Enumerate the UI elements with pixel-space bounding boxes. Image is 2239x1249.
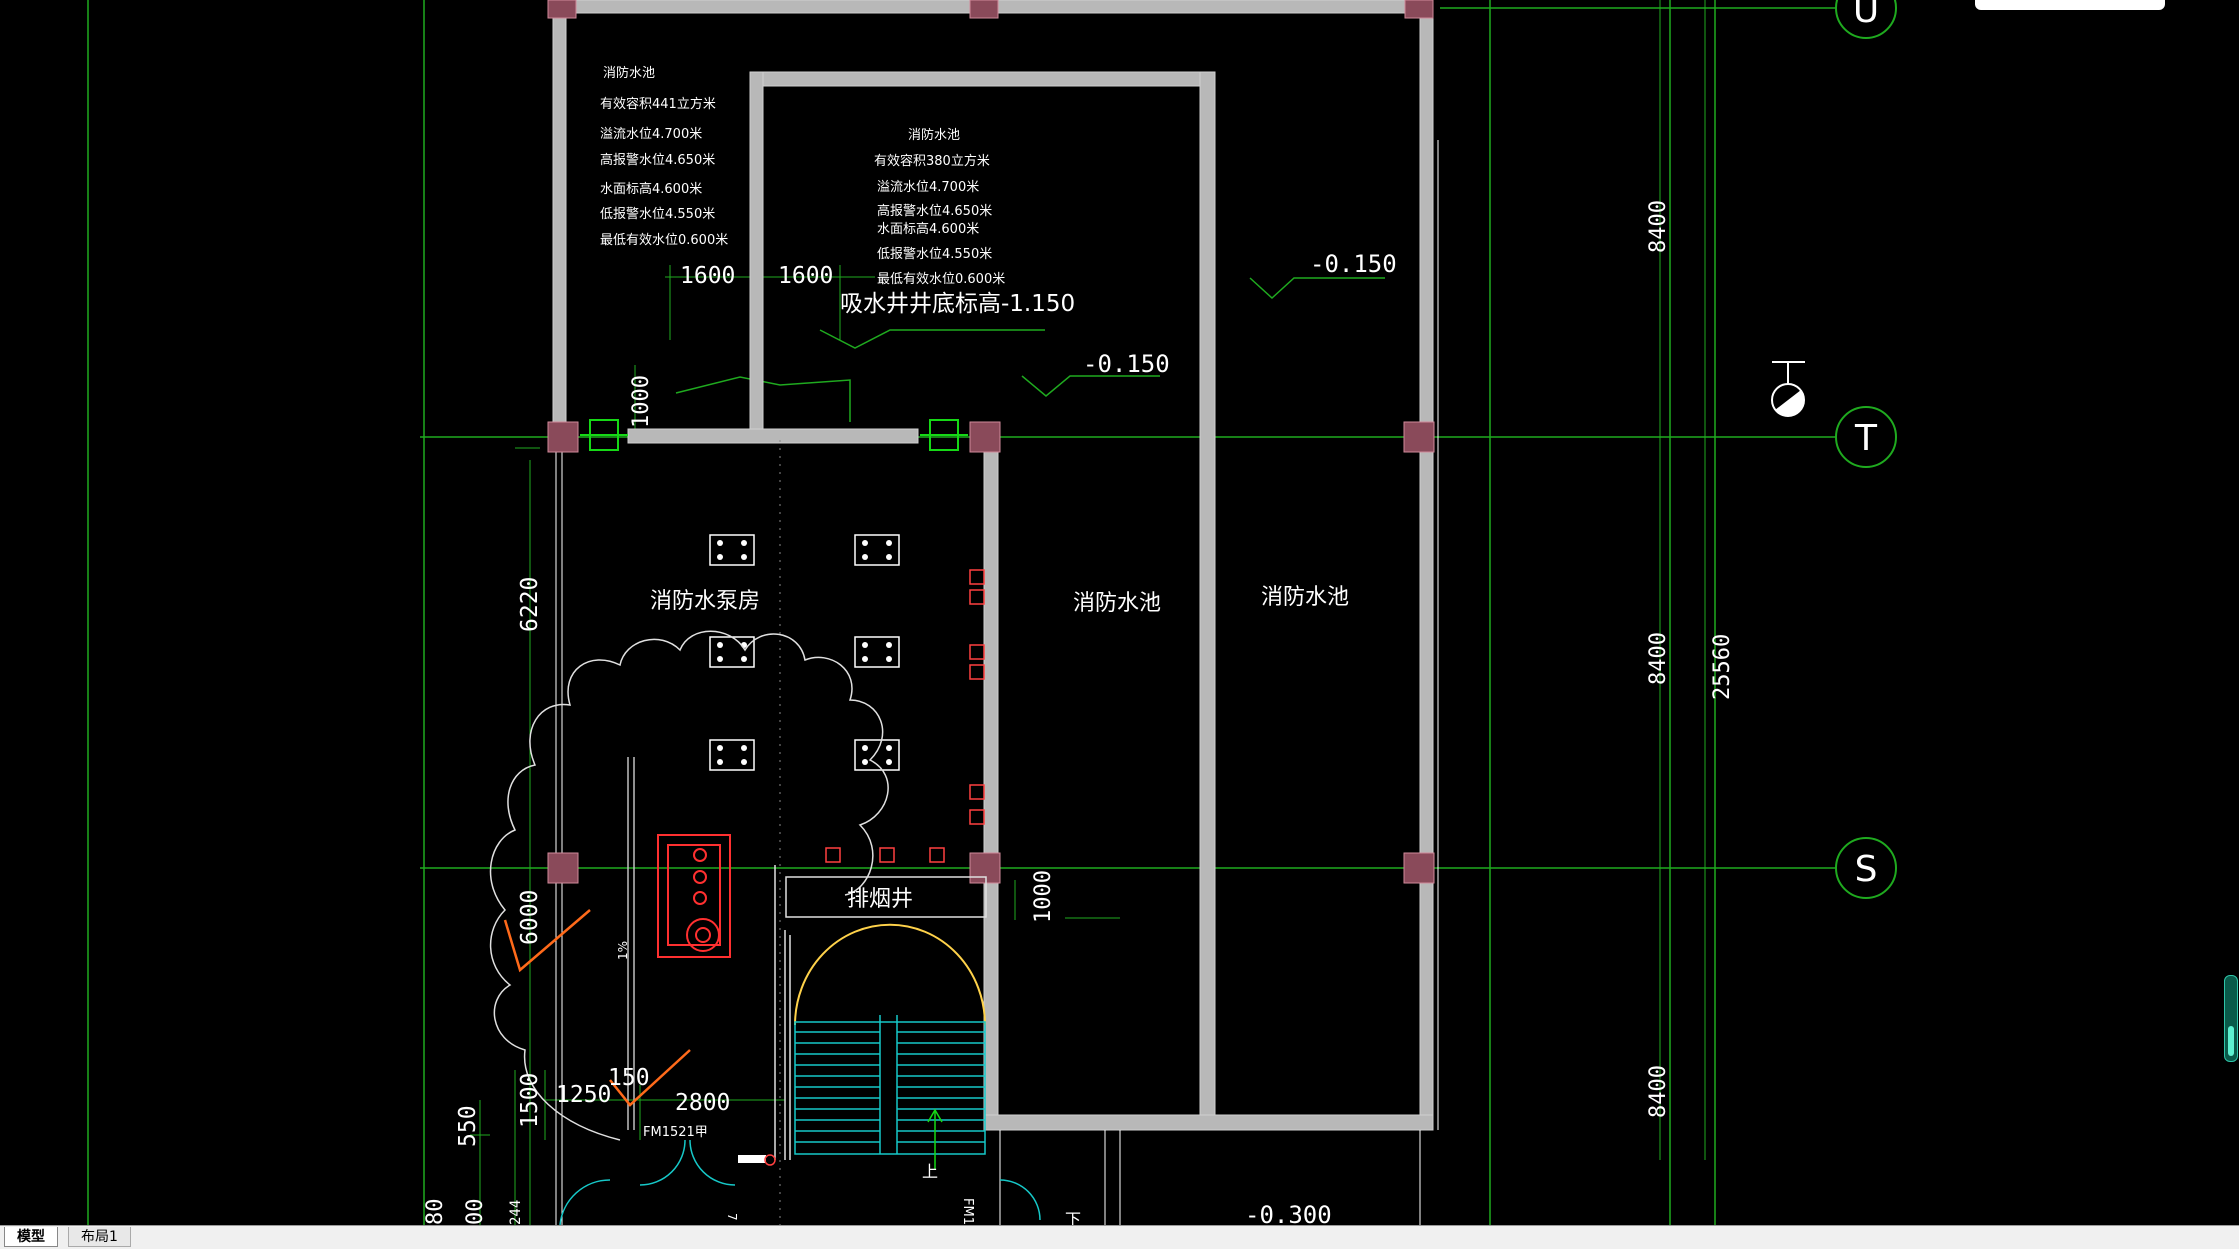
walls	[552, 0, 1434, 1131]
room-label-smoke-shaft: 排烟井	[847, 887, 913, 912]
stair-up-label: 上	[922, 1162, 938, 1181]
scrollbar-thumb[interactable]	[2228, 1026, 2234, 1056]
dim-80: 80	[423, 1199, 448, 1226]
room-label-pump-room: 消防水泵房	[650, 589, 760, 614]
svg-text:低报警水位4.550米: 低报警水位4.550米	[877, 246, 992, 262]
door-swing-arc	[794, 923, 986, 1026]
dim-1600-a: 1600	[680, 263, 735, 289]
dim-6000: 6000	[517, 890, 543, 945]
dim-25560: 25560	[1710, 634, 1735, 700]
svg-text:溢流水位4.700米: 溢流水位4.700米	[600, 127, 702, 142]
door-marker-dot	[764, 1154, 776, 1166]
svg-text:水面标高4.600米: 水面标高4.600米	[877, 221, 979, 237]
level-c: -0.300	[1245, 1201, 1332, 1225]
dim-550: 550	[455, 1105, 481, 1147]
room-label-pool-2: 消防水池	[1261, 585, 1349, 610]
dim-244: 244	[508, 1200, 524, 1225]
svg-text:低报警水位4.550米: 低报警水位4.550米	[600, 206, 715, 222]
dim-8400-b: 8400	[1646, 632, 1671, 685]
svg-text:消防水池: 消防水池	[908, 127, 960, 143]
level-a: -0.150	[1310, 250, 1397, 278]
cad-model-viewport[interactable]: U T S 消防水泵房 消防水池 消防水池 排烟井 消防水池 有效容积441立方…	[0, 0, 2239, 1225]
stair-down-label: 下	[1065, 1210, 1081, 1225]
dim-1000-a: 1000	[629, 375, 654, 428]
svg-text:高报警水位4.650米: 高报警水位4.650米	[877, 203, 992, 219]
dim-1000-b: 1000	[1031, 870, 1056, 923]
misc-seven: 7	[725, 1213, 739, 1221]
revision-cloud	[489, 630, 889, 1141]
pad-bolts	[717, 540, 892, 765]
svg-text:高报警水位4.650米: 高报警水位4.650米	[600, 152, 715, 168]
app-logo	[1975, 0, 2165, 10]
level-b: -0.150	[1083, 350, 1170, 378]
tab-layout-1[interactable]: 布局1	[68, 1227, 131, 1247]
dim-8400-a: 8400	[1646, 200, 1671, 253]
notes-right: 消防水池 有效容积380立方米 溢流水位4.700米 高报警水位4.650米 水…	[874, 127, 1005, 287]
room-label-pool-1: 消防水池	[1073, 591, 1161, 616]
dim-1600-b: 1600	[778, 263, 833, 289]
axis-label-s: S	[1855, 849, 1878, 890]
dim-150: 150	[608, 1065, 650, 1091]
floor-plan-drawing[interactable]: U T S 消防水泵房 消防水池 消防水池 排烟井 消防水池 有效容积441立方…	[0, 0, 2239, 1225]
door-tag-fm18: FM18	[960, 1198, 975, 1225]
layout-tab-bar: 模型 布局1	[0, 1225, 2239, 1249]
svg-text:最低有效水位0.600米: 最低有效水位0.600米	[600, 233, 728, 248]
svg-text:有效容积380立方米: 有效容积380立方米	[874, 153, 990, 169]
axis-label-u: U	[1853, 0, 1879, 31]
svg-text:消防水池: 消防水池	[603, 65, 655, 81]
axis-label-t: T	[1854, 418, 1878, 459]
dim-1500: 1500	[517, 1073, 543, 1128]
dim-8400-c: 8400	[1646, 1065, 1671, 1118]
door-marker	[738, 1155, 766, 1163]
notes-left: 消防水池 有效容积441立方米 溢流水位4.700米 高报警水位4.650米 水…	[600, 65, 728, 248]
wall-sleeves	[825, 569, 985, 863]
door-tag-fm1521: FM1521甲	[643, 1125, 708, 1140]
tab-model[interactable]: 模型	[4, 1227, 58, 1247]
stair-arrow	[927, 1108, 943, 1170]
svg-text:最低有效水位0.600米: 最低有效水位0.600米	[877, 272, 1005, 287]
section-marker-icon	[1771, 361, 1805, 417]
pump-control-unit	[657, 834, 731, 958]
svg-text:水面标高4.600米: 水面标高4.600米	[600, 181, 702, 197]
dim-1250: 1250	[556, 1082, 611, 1108]
stair-flight	[559, 1015, 1041, 1225]
svg-text:溢流水位4.700米: 溢流水位4.700米	[877, 180, 979, 195]
dim-2800: 2800	[675, 1090, 730, 1116]
dim-00: 00	[463, 1199, 488, 1226]
suction-well-note: 吸水井井底标高-1.150	[840, 291, 1075, 317]
dim-6220: 6220	[517, 577, 543, 632]
vertical-scrollbar[interactable]	[2224, 975, 2238, 1062]
equipment-pads	[709, 534, 900, 771]
svg-text:有效容积441立方米: 有效容积441立方米	[600, 96, 716, 112]
slope-label: 1%	[616, 941, 630, 960]
